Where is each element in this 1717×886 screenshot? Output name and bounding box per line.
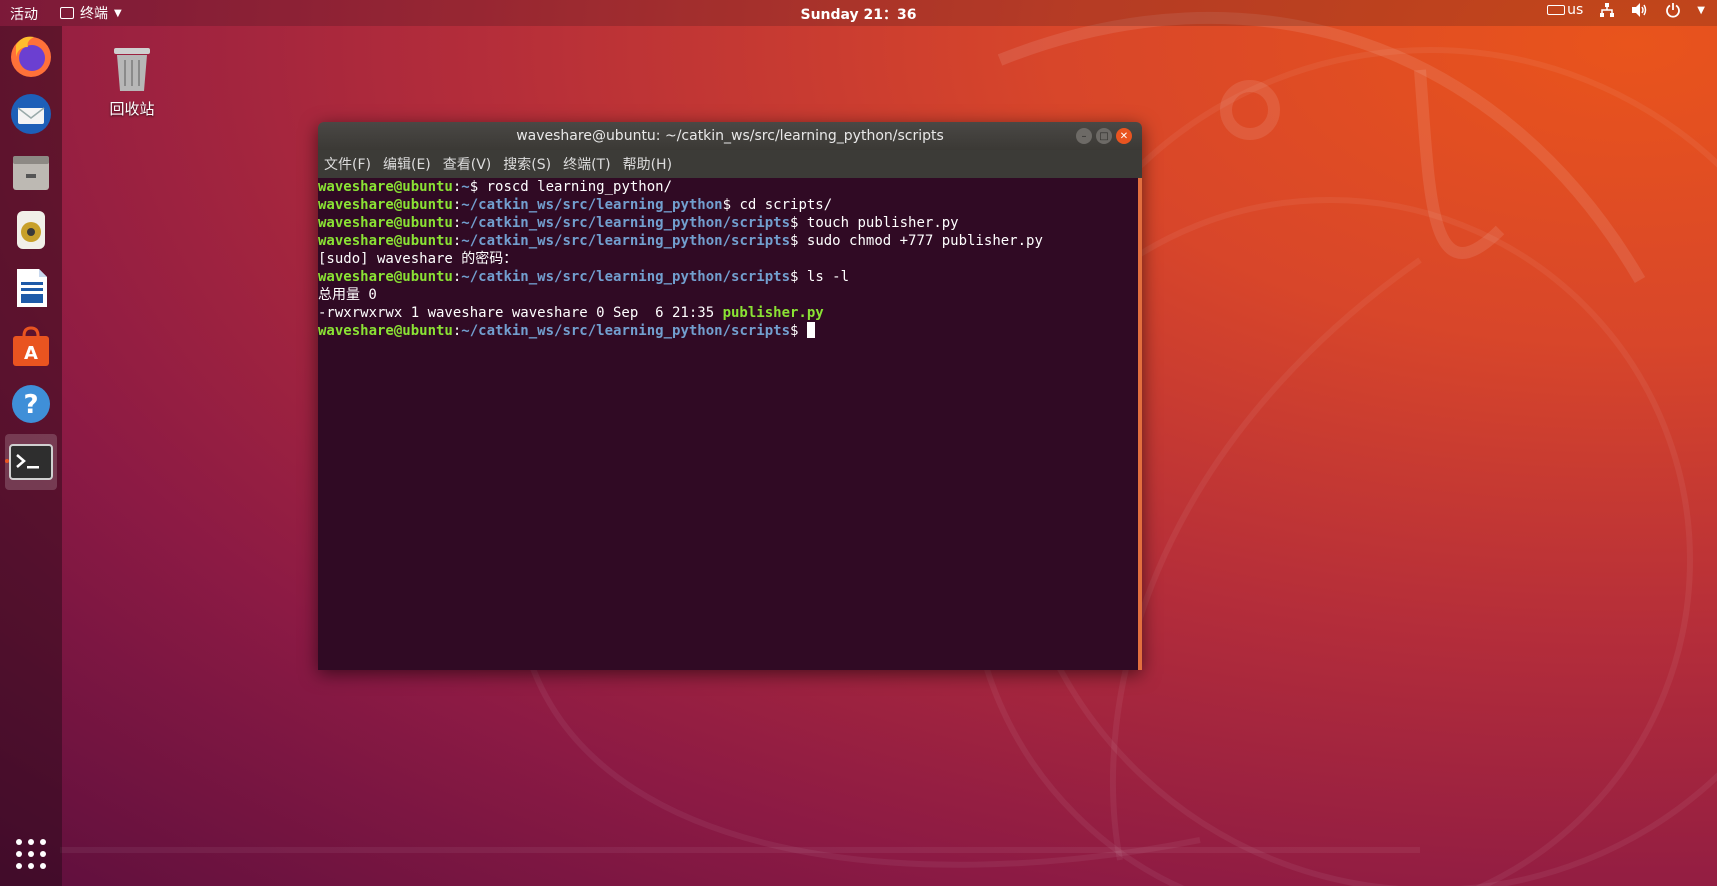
power-icon[interactable] (1665, 2, 1681, 18)
output-text: 总用量 0 (318, 287, 377, 303)
keyboard-layout-label: us (1567, 2, 1584, 18)
prompt-user: waveshare@ubuntu (318, 233, 453, 249)
dock-item-rhythmbox[interactable] (5, 202, 57, 258)
dock-item-terminal[interactable] (5, 434, 57, 490)
svg-text:?: ? (23, 390, 38, 420)
svg-text:A: A (24, 343, 38, 364)
dock-item-firefox[interactable] (5, 28, 57, 84)
prompt-path: ~/catkin_ws/src/learning_python (461, 197, 723, 213)
network-icon[interactable] (1599, 2, 1615, 18)
chevron-down-icon: ▼ (114, 7, 122, 19)
app-menu-button[interactable]: 终端 ▼ (60, 3, 122, 23)
software-center-icon: A (13, 326, 49, 366)
terminal-window[interactable]: waveshare@ubuntu: ~/catkin_ws/src/learni… (318, 122, 1142, 670)
prompt-user: waveshare@ubuntu (318, 269, 453, 285)
prompt-user: waveshare@ubuntu (318, 323, 453, 339)
prompt-path: ~/catkin_ws/src/learning_python/scripts (461, 215, 791, 231)
trash-label: 回收站 (109, 100, 155, 118)
text-cursor (806, 322, 815, 338)
trash-icon (114, 48, 150, 91)
prompt-user: waveshare@ubuntu (318, 215, 453, 231)
keyboard-layout-indicator[interactable]: us (1547, 2, 1583, 18)
clock[interactable]: Sunday 21：36 (800, 7, 916, 23)
dock-item-software[interactable]: A (5, 318, 57, 374)
executable-filename: publisher.py (722, 305, 824, 321)
dock: A ? (0, 26, 62, 886)
terminal-line: -rwxrwxrwx 1 waveshare waveshare 0 Sep 6… (318, 304, 1138, 322)
prompt-path: ~/catkin_ws/src/learning_python/scripts (461, 269, 791, 285)
menu-bar: 文件(F) 编辑(E) 查看(V) 搜索(S) 终端(T) 帮助(H) (318, 150, 1142, 178)
maximize-button[interactable]: □ (1096, 128, 1112, 144)
prompt-path: ~/catkin_ws/src/learning_python/scripts (461, 233, 791, 249)
terminal-line: waveshare@ubuntu:~/catkin_ws/src/learnin… (318, 197, 833, 213)
activities-button[interactable]: 活动 (10, 4, 38, 24)
close-button[interactable]: ✕ (1116, 128, 1132, 144)
menu-search[interactable]: 搜索(S) (503, 154, 551, 174)
command-text: $ roscd learning_python/ (469, 179, 673, 195)
menu-terminal[interactable]: 终端(T) (563, 154, 610, 174)
prompt-path: ~/catkin_ws/src/learning_python/scripts (461, 323, 791, 339)
terminal-line: waveshare@ubuntu:~/catkin_ws/src/learnin… (318, 215, 959, 231)
terminal-line: waveshare@ubuntu:~/catkin_ws/src/learnin… (318, 322, 1138, 340)
keyboard-icon (1547, 5, 1566, 15)
dock-item-help[interactable]: ? (5, 376, 57, 432)
prompt-user: waveshare@ubuntu (318, 197, 453, 213)
scrollbar[interactable] (1138, 178, 1142, 670)
prompt-path: ~ (461, 179, 470, 195)
dock-item-writer[interactable] (5, 260, 57, 316)
output-text: -rwxrwxrwx 1 waveshare waveshare 0 Sep 6… (318, 305, 723, 321)
window-title: waveshare@ubuntu: ~/catkin_ws/src/learni… (516, 128, 944, 144)
desktop-trash[interactable]: 回收站 (100, 44, 164, 119)
command-text: $ sudo chmod +777 publisher.py (790, 233, 1043, 249)
command-text: $ ls -l (790, 269, 850, 285)
terminal-line: waveshare@ubuntu:~/catkin_ws/src/learnin… (318, 233, 1043, 249)
dock-item-files[interactable] (5, 144, 57, 200)
firefox-icon (11, 36, 51, 77)
libreoffice-writer-icon (17, 269, 47, 307)
menu-help[interactable]: 帮助(H) (623, 154, 672, 174)
dock-item-thunderbird[interactable] (5, 86, 57, 142)
app-menu-label: 终端 (80, 6, 108, 22)
prompt-user: waveshare@ubuntu (318, 179, 453, 195)
top-bar: 活动 终端 ▼ Sunday 21：36 us ▼ (0, 0, 1717, 26)
terminal-line: waveshare@ubuntu:~$ roscd learning_pytho… (318, 179, 673, 195)
command-text: $ (790, 323, 807, 339)
terminal-output[interactable]: waveshare@ubuntu:~$ roscd learning_pytho… (318, 178, 1138, 670)
terminal-line: 总用量 0 (318, 286, 1138, 304)
terminal-icon (9, 444, 53, 480)
output-text: [sudo] waveshare 的密码： (318, 251, 518, 267)
window-titlebar[interactable]: waveshare@ubuntu: ~/catkin_ws/src/learni… (318, 122, 1142, 150)
thunderbird-icon (11, 94, 51, 134)
chevron-down-icon: ▼ (1697, 4, 1705, 16)
show-applications-icon[interactable] (15, 838, 47, 870)
files-icon (13, 156, 49, 190)
help-icon: ? (12, 385, 50, 423)
terminal-mini-icon (60, 7, 74, 19)
system-tray[interactable]: us ▼ (1547, 2, 1705, 18)
volume-icon[interactable] (1631, 2, 1649, 18)
terminal-line: waveshare@ubuntu:~/catkin_ws/src/learnin… (318, 269, 850, 285)
running-indicator (5, 459, 9, 463)
command-text: $ touch publisher.py (790, 215, 959, 231)
menu-edit[interactable]: 编辑(E) (383, 154, 431, 174)
rhythmbox-icon (17, 211, 45, 249)
menu-view[interactable]: 查看(V) (443, 154, 492, 174)
minimize-button[interactable]: – (1076, 128, 1092, 144)
command-text: $ cd scripts/ (722, 197, 833, 213)
terminal-line: [sudo] waveshare 的密码： (318, 250, 1138, 268)
menu-file[interactable]: 文件(F) (324, 154, 371, 174)
